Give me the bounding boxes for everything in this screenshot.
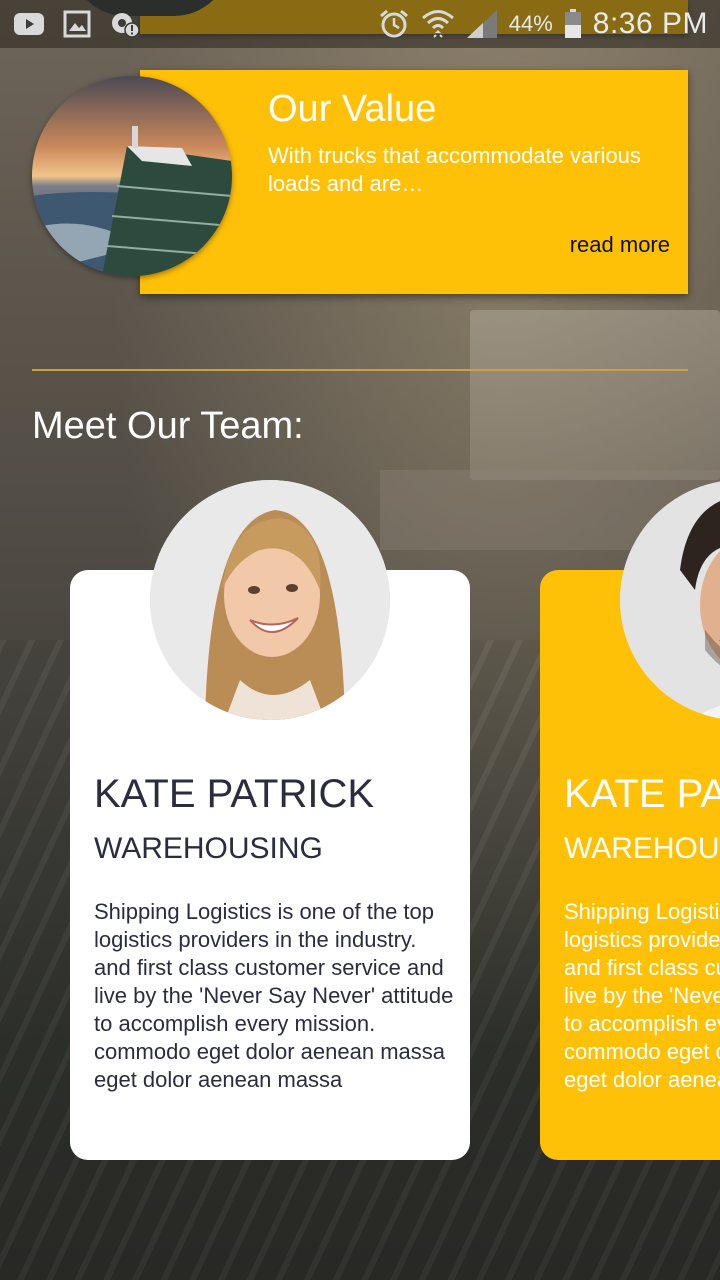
battery-percent: 44% <box>508 11 553 36</box>
team-heading: Meet Our Team: <box>32 405 304 447</box>
section-divider <box>32 369 688 371</box>
read-more-link[interactable]: read more <box>570 232 670 258</box>
member-avatar <box>620 480 720 720</box>
youtube-icon <box>12 9 46 39</box>
alarm-icon <box>377 9 411 39</box>
member-role: WAREHOUSING <box>94 832 323 865</box>
member-role: WAREHOUSING <box>564 832 720 865</box>
member-name: KATE PATRICK <box>94 772 375 816</box>
member-avatar <box>150 480 390 720</box>
ship-image <box>32 76 232 276</box>
member-name: KATE PATRICK <box>564 772 720 816</box>
wifi-icon <box>421 9 455 39</box>
signal-icon <box>465 9 499 39</box>
alert-settings-icon <box>108 9 142 39</box>
value-card-description: With trucks that accommodate various loa… <box>268 143 641 196</box>
team-member-card[interactable]: KATE PATRICK WAREHOUSING Shipping Logist… <box>70 480 470 1160</box>
value-card-title: Our Value <box>268 88 437 130</box>
status-bar: 44% 8:36 PM <box>0 0 720 48</box>
battery-icon <box>563 9 583 39</box>
clock-time: 8:36 PM <box>592 7 708 40</box>
member-bio: Shipping Logistics is one of the top log… <box>564 899 720 1092</box>
gallery-icon <box>60 9 94 39</box>
member-bio: Shipping Logistics is one of the top log… <box>94 899 454 1092</box>
team-member-card[interactable]: KATE PATRICK WAREHOUSING Shipping Logist… <box>540 480 720 1160</box>
